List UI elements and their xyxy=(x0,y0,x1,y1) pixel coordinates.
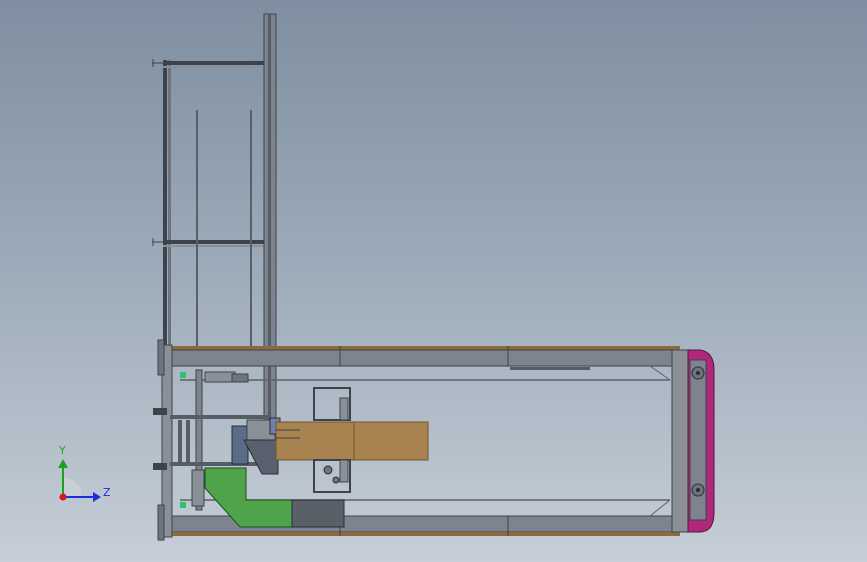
mech-bracket-top xyxy=(204,371,236,383)
clamp-gear-2 xyxy=(332,476,340,484)
cad-viewport[interactable]: Y Z xyxy=(0,0,867,562)
left-flange-top xyxy=(157,339,165,376)
roller-bottom-axle xyxy=(696,488,700,492)
upper-frame[interactable] xyxy=(152,59,265,360)
chute-support xyxy=(191,469,205,507)
guide-taper-bottom xyxy=(649,499,671,517)
column-groove xyxy=(268,14,271,464)
coordinate-triad: Y Z xyxy=(58,444,111,502)
workpiece-front xyxy=(275,421,355,461)
upper-frame-left-post xyxy=(163,60,167,360)
left-bracket-1 xyxy=(153,408,167,415)
roller-top-axle xyxy=(696,371,700,375)
sensor-indicator-bottom xyxy=(180,502,186,508)
triad-quadrant xyxy=(63,477,83,497)
lower-frame-top-beam-outer xyxy=(170,346,680,350)
motor-body xyxy=(231,425,249,465)
upper-frame-mid-rail-inner xyxy=(163,245,265,247)
clamp-top-jaw xyxy=(339,397,349,421)
z-axis-arrowhead xyxy=(93,492,101,502)
vertical-column[interactable] xyxy=(263,13,277,465)
left-bracket-2 xyxy=(153,463,167,470)
workpiece-rear xyxy=(353,421,429,461)
upper-frame-top-rail-inner xyxy=(163,66,265,68)
inner-strut-right xyxy=(250,110,252,360)
inner-strut-left xyxy=(196,110,198,360)
right-end-plate xyxy=(671,349,689,533)
upper-frame-left-post-inner xyxy=(168,60,171,360)
right-end-assembly[interactable] xyxy=(671,349,715,533)
mech-clamp xyxy=(231,373,249,383)
y-axis-arrowhead xyxy=(58,459,68,468)
workpiece[interactable] xyxy=(275,421,429,461)
mech-post-3 xyxy=(186,420,190,464)
upper-frame-mid-rail xyxy=(163,240,265,244)
upper-frame-top-rail xyxy=(163,61,265,65)
chute-motor xyxy=(291,499,345,528)
left-flange-bottom xyxy=(157,504,165,541)
lower-frame-bottom-beam-outer xyxy=(170,532,680,536)
rail-slot xyxy=(510,367,590,370)
mech-crossbar-top xyxy=(170,415,270,419)
gearbox-housing xyxy=(243,439,279,475)
sensor-indicator-top xyxy=(180,372,186,378)
lower-frame-top-beam xyxy=(169,349,676,367)
clamp-bottom-jaw xyxy=(339,459,349,483)
assembly-drawing[interactable]: Y Z xyxy=(0,0,867,562)
guide-taper-top xyxy=(649,365,671,381)
x-axis-dot xyxy=(59,493,67,501)
clamp-gear-1 xyxy=(323,465,333,475)
y-axis-label: Y xyxy=(58,444,66,457)
mech-post-2 xyxy=(178,420,182,464)
z-axis-label: Z xyxy=(103,486,111,499)
